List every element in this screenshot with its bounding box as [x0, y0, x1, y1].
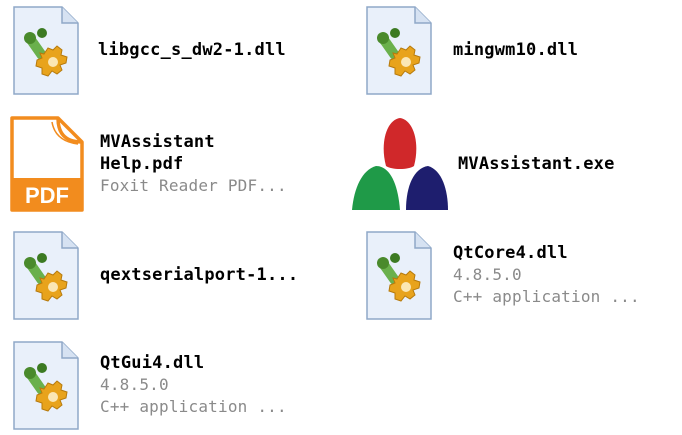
file-item-qextserialport[interactable]: qextserialport-1... — [8, 225, 338, 325]
file-name-line-1: MVAssistant — [100, 132, 215, 152]
file-name: QtGui4.dll — [100, 353, 205, 373]
file-item-mvassistant-exe[interactable]: MVAssistant.exe — [350, 114, 680, 214]
dll-gear-icon — [361, 0, 441, 100]
file-item-libgcc[interactable]: libgcc_s_dw2-1.dll — [8, 0, 338, 100]
mvassistant-app-icon — [350, 114, 450, 214]
file-version: 4.8.5.0 — [100, 375, 169, 394]
file-item-mingwm10[interactable]: mingwm10.dll — [361, 0, 682, 100]
file-name: mingwm10.dll — [453, 40, 579, 60]
dll-gear-icon — [8, 335, 88, 435]
file-description: C++ application ... — [453, 287, 640, 306]
pdf-icon-label: PDF — [25, 183, 69, 208]
dll-gear-icon — [8, 225, 88, 325]
file-item-qtgui4[interactable]: QtGui4.dll 4.8.5.0 C++ application ... — [8, 335, 338, 435]
file-type: Foxit Reader PDF... — [100, 176, 287, 195]
file-item-mvassistant-help-pdf[interactable]: PDF MVAssistant Help.pdf Foxit Reader PD… — [8, 114, 338, 214]
file-name-line-2: Help.pdf — [100, 154, 184, 174]
dll-gear-icon — [361, 225, 441, 325]
dll-gear-icon — [8, 0, 88, 100]
pdf-icon: PDF — [8, 114, 88, 214]
file-name: libgcc_s_dw2-1.dll — [98, 40, 286, 60]
file-item-qtcore4[interactable]: QtCore4.dll 4.8.5.0 C++ application ... — [361, 225, 682, 325]
file-name: MVAssistant.exe — [458, 154, 615, 174]
file-description: C++ application ... — [100, 397, 287, 416]
file-version: 4.8.5.0 — [453, 265, 522, 284]
file-name: qextserialport-1... — [100, 265, 299, 285]
file-name: QtCore4.dll — [453, 243, 568, 263]
